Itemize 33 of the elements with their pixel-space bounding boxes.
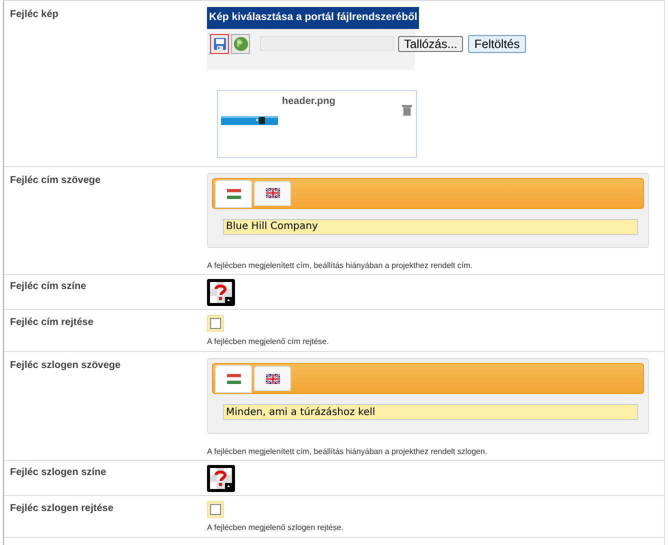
browse-button[interactable]: Tallózás...: [398, 36, 464, 52]
language-tab[interactable]: [254, 366, 291, 392]
globe-icon: [232, 36, 248, 52]
field-label: Fejléc cím szövege: [9, 174, 102, 188]
text-field[interactable]: Minden, ami a túrázáshoz kell: [223, 404, 638, 420]
flag-icon: [226, 188, 240, 199]
color-picker[interactable]: [207, 279, 235, 306]
source-button[interactable]: [231, 34, 250, 54]
help-text: A fejlécben megjelenített cím, beállítás hiányában a projekthez rendelt cím.: [207, 260, 474, 272]
flag-icon: [266, 374, 280, 384]
help-text: A fejlécben megjelenített cím, beállítás hiányában a projekthez rendelt szlogen.: [207, 446, 488, 458]
checkbox[interactable]: [207, 500, 224, 518]
trash-icon[interactable]: [402, 104, 412, 116]
field-label: Fejléc szlogen rejtése: [9, 502, 114, 516]
field-label: Fejléc cím színe: [9, 280, 88, 294]
field-label: Fejléc kép: [9, 8, 60, 22]
source-button[interactable]: [210, 34, 229, 54]
flag-icon: [226, 374, 240, 384]
field-label: Fejléc cím rejtése: [9, 316, 94, 330]
picker-title: Kép kiválasztása a portál fájlrendszeréből: [207, 7, 420, 29]
field-label: Fejléc szlogen szövege: [9, 359, 122, 374]
color-picker[interactable]: [207, 464, 235, 492]
field-label: Fejléc szlogen színe: [9, 466, 108, 480]
language-tab[interactable]: [254, 180, 291, 206]
text-field[interactable]: Blue Hill Company: [223, 218, 638, 235]
upload-button[interactable]: Feltöltés: [468, 34, 526, 53]
flag-icon: [266, 188, 280, 198]
help-text: A fejlécben megjelenő cím rejtése.: [207, 336, 329, 348]
language-tab[interactable]: [215, 180, 252, 208]
checkbox[interactable]: [207, 315, 224, 332]
language-tab[interactable]: [215, 365, 252, 394]
help-text: A fejlécben megjelenő szlogen rejtése.: [207, 522, 344, 534]
file-name: header.png: [282, 94, 336, 109]
